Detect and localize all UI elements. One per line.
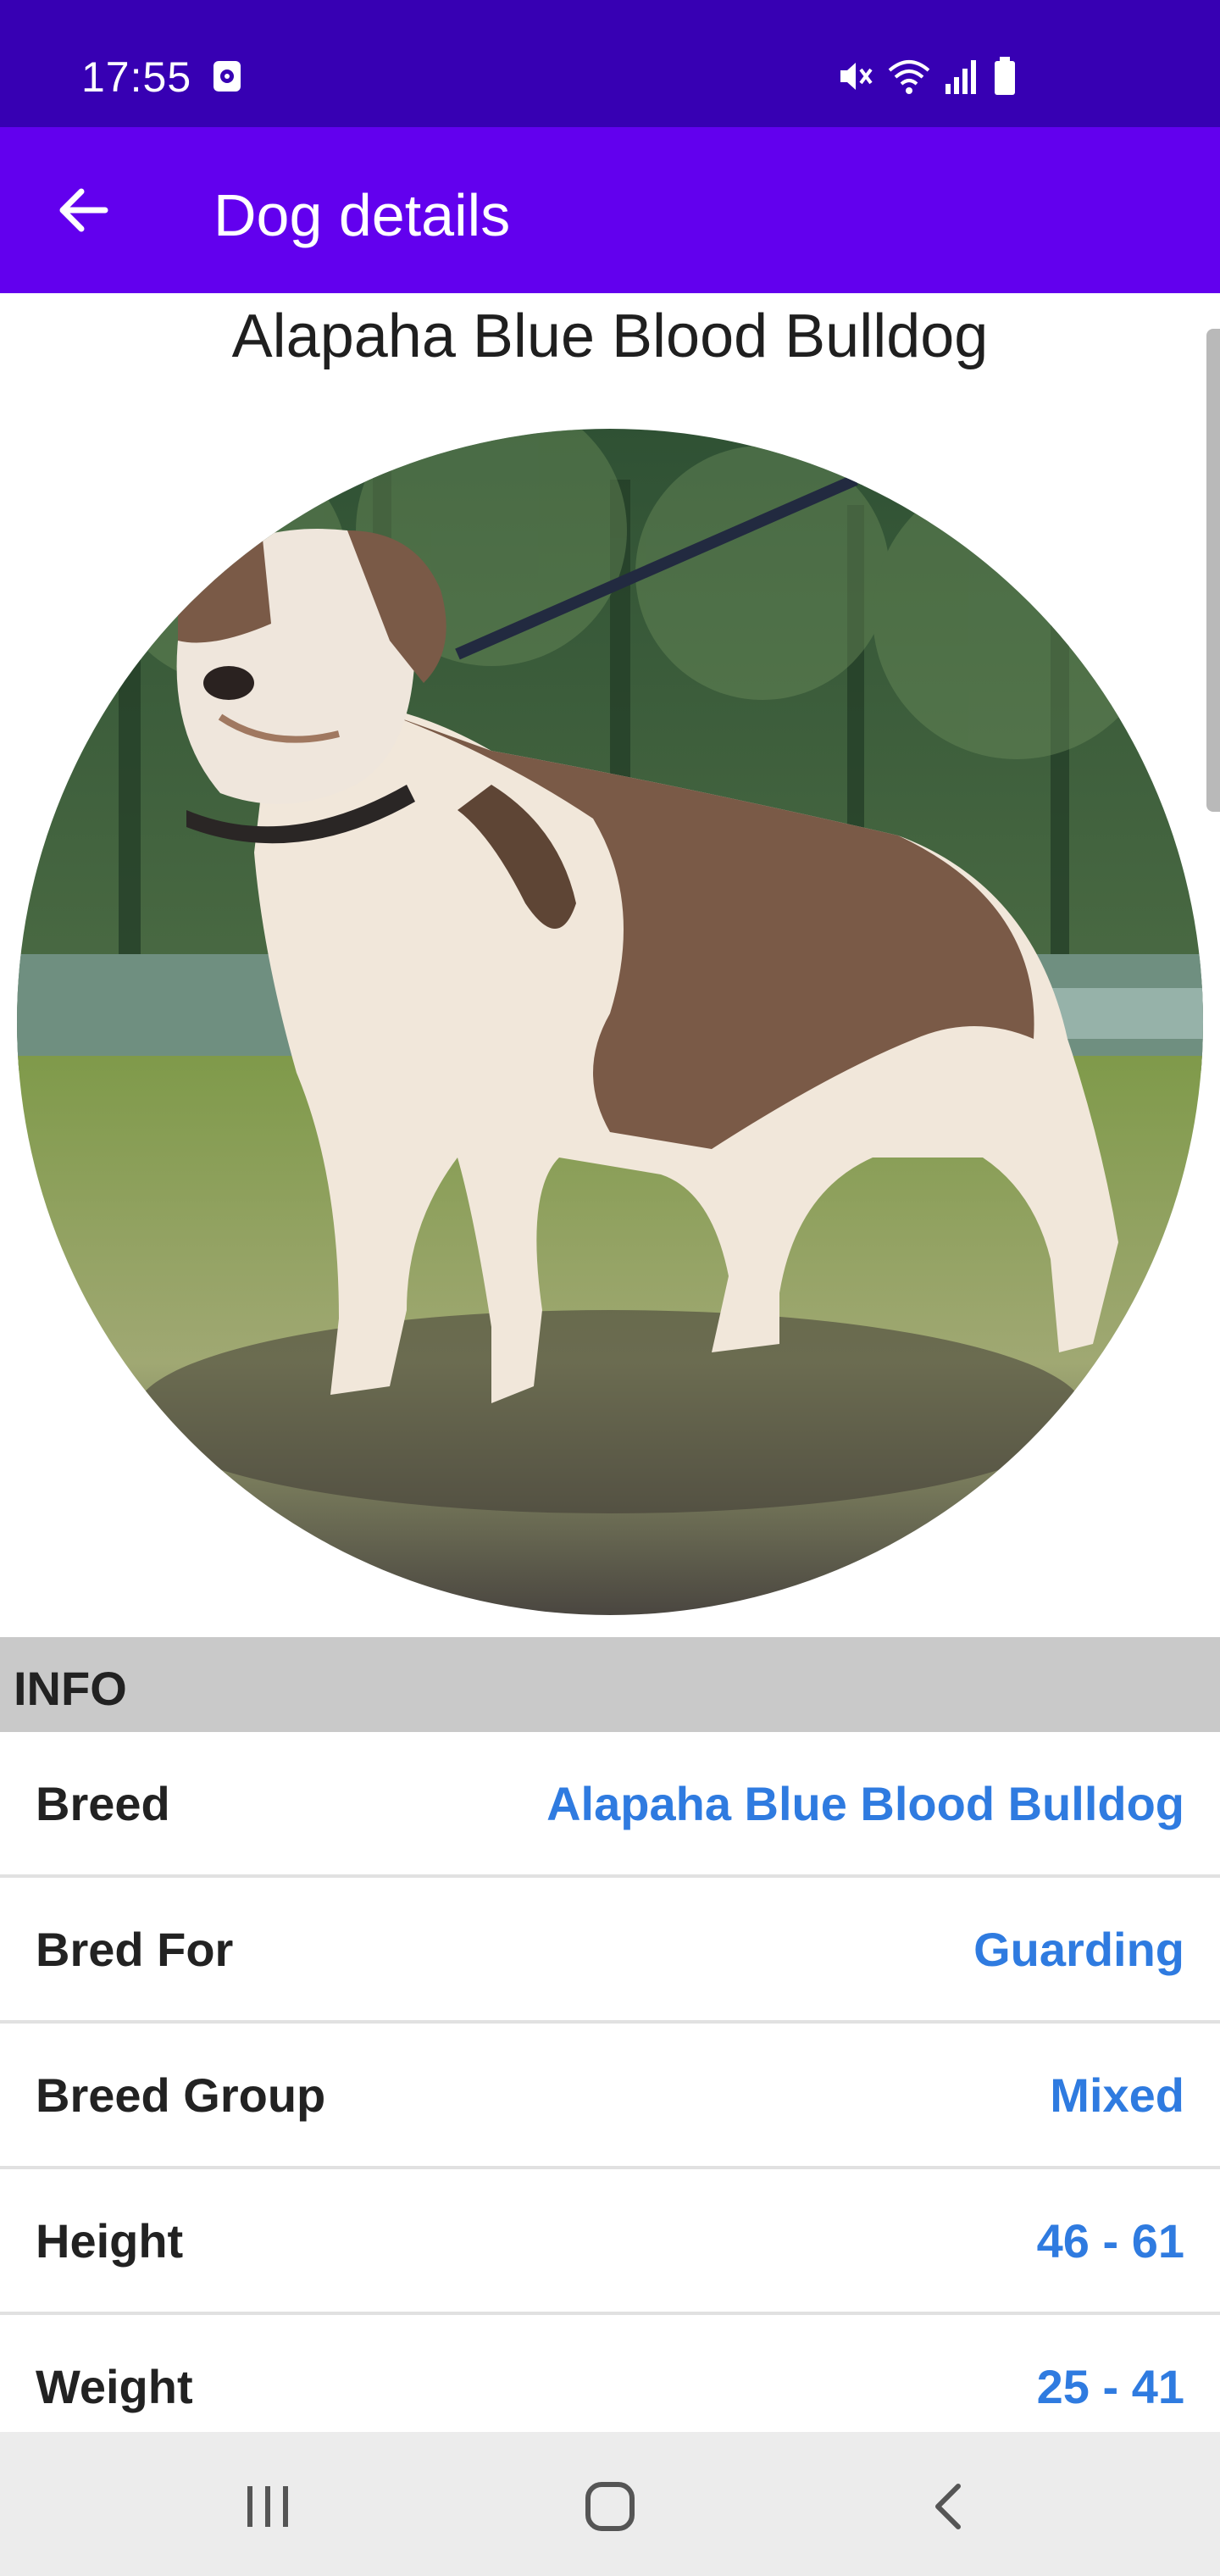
info-value: 25 - 41 xyxy=(1036,2360,1184,2413)
status-bar: 17:55 xyxy=(0,0,1220,127)
scrollbar[interactable] xyxy=(1206,329,1220,812)
info-row-bred-for[interactable]: Bred For Guarding xyxy=(0,1878,1220,2024)
status-time: 17:55 xyxy=(81,53,192,101)
battery-icon xyxy=(993,57,1017,96)
info-row-breed-group[interactable]: Breed Group Mixed xyxy=(0,2024,1220,2169)
recent-apps-button[interactable] xyxy=(225,2466,310,2551)
info-header-label: INFO xyxy=(14,1662,127,1715)
wifi-icon xyxy=(886,57,932,96)
info-row-breed[interactable]: Breed Alapaha Blue Blood Bulldog xyxy=(0,1732,1220,1878)
arrow-back-icon xyxy=(56,183,110,242)
info-value: Alapaha Blue Blood Bulldog xyxy=(546,1777,1184,1830)
info-row-height[interactable]: Height 46 - 61 xyxy=(0,2169,1220,2315)
info-label: Weight xyxy=(36,2360,193,2413)
info-list: Breed Alapaha Blue Blood Bulldog Bred Fo… xyxy=(0,1732,1220,2461)
info-label: Bred For xyxy=(36,1923,234,1976)
app-bar: Dog details xyxy=(0,127,1220,293)
home-button[interactable] xyxy=(568,2466,652,2551)
info-value: 46 - 61 xyxy=(1036,2214,1184,2268)
info-label: Breed Group xyxy=(36,2068,326,2122)
status-icons xyxy=(835,54,1017,98)
back-icon xyxy=(928,2479,970,2538)
info-section-header: INFO xyxy=(0,1637,1220,1732)
info-label: Breed xyxy=(36,1777,170,1830)
recent-apps-icon xyxy=(242,2483,293,2534)
home-icon xyxy=(583,2479,637,2538)
navigation-bar xyxy=(0,2432,1220,2576)
back-button[interactable] xyxy=(47,176,119,247)
mute-icon xyxy=(835,57,874,96)
info-value: Mixed xyxy=(1050,2068,1184,2122)
info-value: Guarding xyxy=(973,1923,1184,1976)
dog-name: Alapaha Blue Blood Bulldog xyxy=(231,303,989,370)
dog-photo xyxy=(17,429,1203,1615)
page-title: Dog details xyxy=(214,182,511,248)
nav-back-button[interactable] xyxy=(907,2466,991,2551)
screen-record-icon xyxy=(212,59,242,93)
info-label: Height xyxy=(36,2214,184,2268)
signal-icon xyxy=(944,57,981,96)
